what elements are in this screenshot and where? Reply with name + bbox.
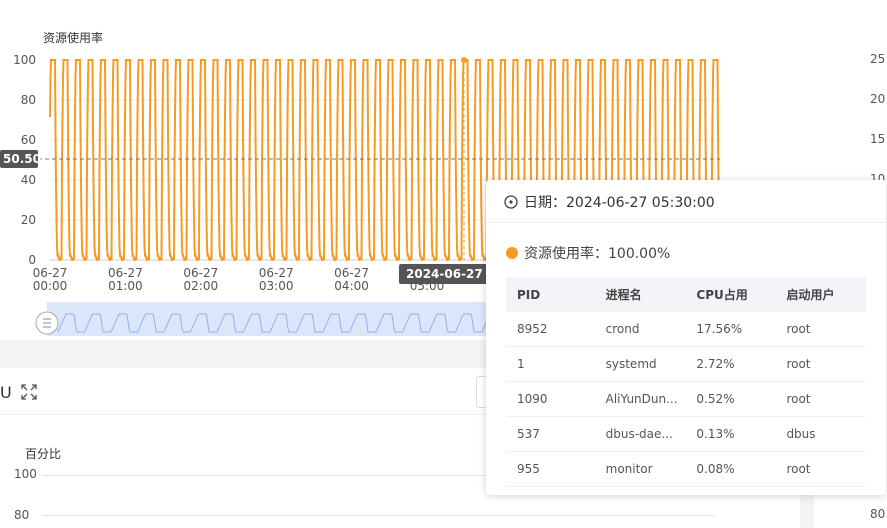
right-y-tick: 25 [870, 52, 886, 66]
x-tick-label: 04:00 [334, 279, 369, 293]
cell-pid: 537 [506, 416, 595, 452]
tooltip-metric: 资源使用率：100.00% [506, 243, 670, 263]
x-tick-label: 00:00 [33, 279, 68, 293]
y-tick-label: 40 [21, 173, 36, 187]
cell-user: dbus [775, 416, 866, 452]
bottom-grid-line [42, 515, 715, 516]
tooltip-divider [486, 222, 886, 223]
process-table: PID 进程名 CPU占用 启动用户 8952 crond 17.56% roo… [506, 277, 866, 487]
y-tick-label: 0 [28, 253, 36, 267]
y-axis-label: 资源使用率 [43, 30, 103, 45]
y-tick-label: 80 [21, 93, 36, 107]
column-header-pid: PID [506, 277, 595, 312]
cell-user: root [775, 381, 866, 417]
x-tick-label: 06-27 [259, 266, 294, 280]
cell-pid: 8952 [506, 312, 595, 347]
bottom-y-tick: 80 [14, 508, 30, 522]
x-tick-label: 03:00 [259, 279, 294, 293]
cell-pid: 1090 [506, 381, 595, 417]
x-tick-label: 06-27 [183, 266, 218, 280]
right-y-tick: 15 [870, 132, 886, 146]
x-tick-label: 06-27 [334, 266, 369, 280]
tooltip-header: 日期：2024-06-27 05:30:00 [504, 192, 715, 212]
series-color-dot [506, 247, 518, 259]
right-y-tick: 20 [870, 92, 886, 106]
cell-cpu: 0.52% [685, 381, 776, 417]
cell-process-name: systemd [594, 346, 686, 382]
cell-user: root [775, 312, 866, 347]
y-tick-label: 20 [21, 213, 36, 227]
cell-process-name: crond [594, 312, 686, 347]
x-tick-label: 06-27 [108, 266, 143, 280]
x-tick-label: 02:00 [184, 279, 219, 293]
cell-pid: 1 [506, 346, 595, 382]
cell-cpu: 0.08% [685, 451, 776, 487]
cell-user: root [775, 451, 866, 487]
cell-process-name: AliYunDun... [594, 381, 686, 417]
cell-pid: 955 [506, 451, 595, 487]
x-tick-label: 01:00 [108, 279, 143, 293]
tooltip-metric-value: 资源使用率：100.00% [524, 246, 671, 262]
cell-process-name: dbus-dae... [594, 416, 686, 452]
column-header-user: 启动用户 [775, 277, 866, 312]
tooltip-date: 日期：2024-06-27 05:30:00 [524, 195, 715, 211]
table-row: 1 systemd 2.72% root [506, 346, 866, 382]
column-header-process-name: 进程名 [594, 277, 686, 312]
table-row: 8952 crond 17.56% root [506, 312, 866, 347]
cpu-panel-title: U [0, 383, 12, 402]
zoom-slider[interactable] [35, 302, 488, 336]
bottom-y-tick: 100 [14, 467, 37, 481]
column-header-cpu: CPU占用 [685, 277, 776, 312]
marker-label: 50.50 [0, 150, 41, 168]
cell-cpu: 17.56% [685, 312, 776, 347]
y-tick-label: 60 [21, 133, 36, 147]
chart-tooltip: 日期：2024-06-27 05:30:00 资源使用率：100.00% PID… [486, 180, 886, 495]
marker-label-text: 50.50 [3, 152, 41, 166]
x-tick-label: 06-27 [33, 266, 68, 280]
table-row: 537 dbus-dae... 0.13% dbus [506, 416, 866, 452]
cell-user: root [775, 346, 866, 382]
right-y-tick: 80 [870, 507, 886, 521]
expand-icon[interactable] [21, 384, 37, 400]
bottom-y-axis-label: 百分比 [25, 447, 62, 461]
clock-icon [504, 195, 518, 209]
cell-cpu: 2.72% [685, 346, 776, 382]
cell-process-name: monitor [594, 451, 686, 487]
y-tick-label: 100 [13, 53, 36, 67]
table-row: 955 monitor 0.08% root [506, 451, 866, 487]
hover-point [461, 57, 467, 63]
process-table-header: PID 进程名 CPU占用 启动用户 [506, 277, 866, 312]
table-row: 1090 AliYunDun... 0.52% root [506, 381, 866, 417]
cell-cpu: 0.13% [685, 416, 776, 452]
zoom-slider-handle-icon[interactable] [35, 311, 59, 335]
